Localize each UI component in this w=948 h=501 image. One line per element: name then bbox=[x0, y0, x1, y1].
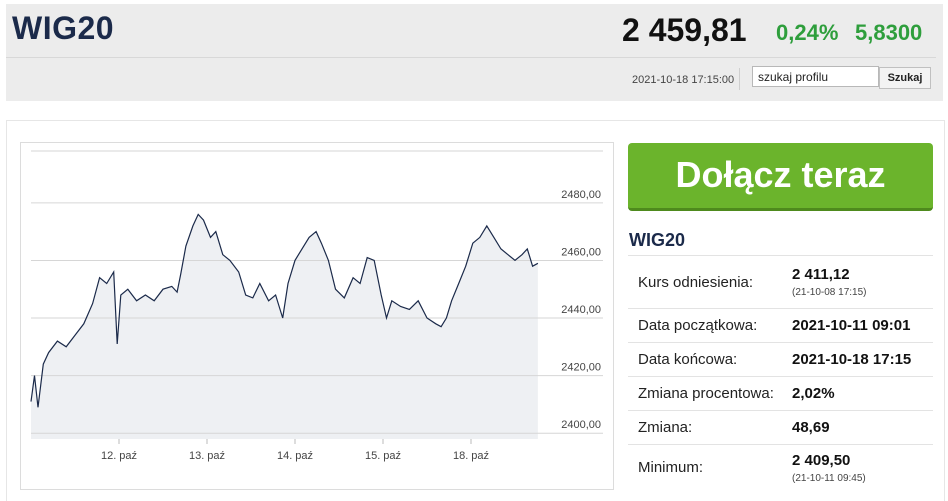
info-row-value: 2 411,12 (21-10-08 17:15) bbox=[791, 255, 933, 309]
join-now-button[interactable]: Dołącz teraz bbox=[628, 143, 933, 211]
info-row: Data początkowa: 2021-10-11 09:01 bbox=[628, 308, 933, 343]
info-row-label: Data końcowa: bbox=[628, 342, 791, 377]
change-value: 5,8300 bbox=[855, 20, 923, 45]
info-row-value: 2 409,50 (21-10-11 09:45) bbox=[791, 444, 933, 491]
info-row-value: 2021-10-18 17:15 bbox=[791, 342, 933, 377]
info-table: Kurs odniesienia: 2 411,12 (21-10-08 17:15… bbox=[628, 255, 933, 491]
chart-y-tick-label: 2400,00 bbox=[561, 419, 601, 431]
ticker-symbol: WIG20 bbox=[12, 10, 115, 46]
info-row-label: Minimum: bbox=[628, 444, 791, 491]
info-row-label: Zmiana procentowa: bbox=[628, 376, 791, 411]
search-button[interactable]: Szukaj bbox=[879, 67, 931, 89]
info-row: Data końcowa: 2021-10-18 17:15 bbox=[628, 342, 933, 377]
info-value-text: 2021-10-11 09:01 bbox=[792, 317, 911, 334]
chart-x-tick-label: 15. paź bbox=[365, 450, 401, 462]
chart-y-tick-label: 2420,00 bbox=[561, 362, 601, 374]
info-row-value: 48,69 bbox=[791, 410, 933, 445]
info-row: Zmiana: 48,69 bbox=[628, 410, 933, 445]
info-row: Minimum: 2 409,50 (21-10-11 09:45) bbox=[628, 444, 933, 491]
chart-area-fill bbox=[31, 214, 538, 439]
price-chart[interactable]: 2400,00 2420,00 2440,00 2460,00 2480,00 12. p… bbox=[20, 142, 614, 490]
info-row: Zmiana procentowa: 2,02% bbox=[628, 376, 933, 411]
chart-x-tick-label: 12. paź bbox=[101, 450, 137, 462]
quote-timestamp: 2021-10-18 17:15:00 bbox=[632, 74, 735, 86]
header-separator bbox=[739, 68, 740, 90]
info-row-value: 2,02% bbox=[791, 376, 933, 411]
info-row: Kurs odniesienia: 2 411,12 (21-10-08 17:15… bbox=[628, 255, 933, 309]
info-row-label: Kurs odniesienia: bbox=[628, 255, 791, 309]
chart-canvas: 2400,00 2420,00 2440,00 2460,00 2480,00 12. p… bbox=[30, 150, 603, 462]
chart-y-tick-label: 2460,00 bbox=[561, 246, 601, 258]
info-value-text: 48,69 bbox=[792, 419, 830, 436]
chart-x-tick-label: 13. paź bbox=[189, 450, 225, 462]
info-row-label: Zmiana: bbox=[628, 410, 791, 445]
info-row-value: 2021-10-11 09:01 bbox=[791, 308, 933, 343]
info-row-label: Data początkowa: bbox=[628, 308, 791, 343]
info-row-subvalue: (21-10-11 09:45) bbox=[792, 472, 866, 484]
chart-x-tick-label: 14. paź bbox=[277, 450, 313, 462]
info-value-text: 2 411,12 bbox=[792, 266, 850, 283]
header-divider bbox=[6, 57, 936, 58]
current-price: 2 459,81 bbox=[622, 12, 747, 48]
info-value-text: 2 409,50 bbox=[792, 451, 851, 469]
change-percent: 0,24% bbox=[776, 20, 839, 45]
info-value-text: 2021-10-18 17:15 bbox=[792, 351, 912, 368]
search-profile-input[interactable] bbox=[752, 66, 879, 87]
chart-x-tick-label: 18. paź bbox=[453, 450, 489, 462]
info-title: WIG20 bbox=[629, 230, 686, 250]
info-row-subvalue: (21-10-08 17:15) bbox=[792, 287, 867, 298]
chart-y-tick-label: 2440,00 bbox=[561, 304, 601, 316]
chart-y-tick-label: 2480,00 bbox=[561, 189, 601, 201]
info-value-text: 2,02% bbox=[792, 385, 835, 402]
